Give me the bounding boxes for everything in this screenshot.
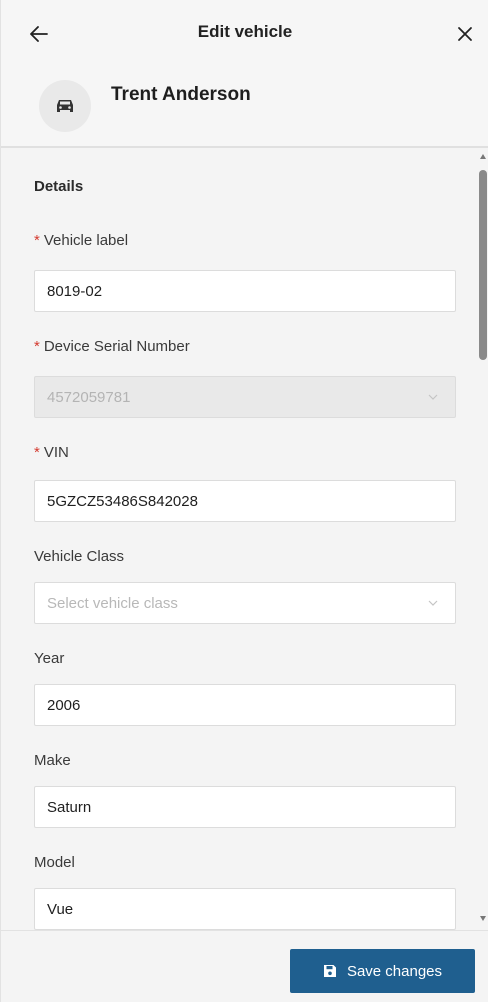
footer-bar: Save changes <box>1 930 488 1002</box>
save-changes-button[interactable]: Save changes <box>290 949 475 993</box>
save-changes-label: Save changes <box>346 962 443 980</box>
model-value: Vue <box>47 900 74 918</box>
year-label: Year <box>34 650 65 667</box>
owner-name: Trent Anderson <box>111 84 251 105</box>
scrollbar[interactable] <box>478 148 488 930</box>
vehicle-label-input[interactable]: 8019-02 <box>34 270 456 312</box>
vehicle-class-select[interactable]: Select vehicle class <box>34 582 456 624</box>
chevron-down-icon <box>428 600 438 606</box>
scrollbar-thumb[interactable] <box>479 170 487 360</box>
make-label: Make <box>34 752 71 769</box>
vin-text: VIN <box>43 444 69 461</box>
device-serial-select: 4572059781 <box>34 376 456 418</box>
vehicle-class-placeholder: Select vehicle class <box>47 594 178 612</box>
vehicle-label-text: Vehicle label <box>43 232 129 249</box>
vin-label: * VIN <box>34 444 69 461</box>
scroll-up-arrow-icon[interactable] <box>480 154 486 160</box>
chevron-down-icon <box>428 394 438 400</box>
make-value: Saturn <box>47 798 92 816</box>
make-input[interactable]: Saturn <box>34 786 456 828</box>
year-input[interactable]: 2006 <box>34 684 456 726</box>
model-input[interactable]: Vue <box>34 888 456 930</box>
floppy-disk-icon <box>323 964 337 978</box>
required-marker: * <box>34 444 40 461</box>
scroll-down-arrow-icon[interactable] <box>480 916 486 922</box>
device-serial-text: Device Serial Number <box>43 338 190 355</box>
vehicle-label-label: * Vehicle label <box>34 232 128 249</box>
required-marker: * <box>34 232 40 249</box>
section-title: Details <box>34 178 84 195</box>
vehicle-label-value: 8019-02 <box>47 282 103 300</box>
avatar <box>39 80 91 132</box>
vehicle-class-label: Vehicle Class <box>34 548 125 565</box>
owner-header: Trent Anderson <box>1 66 488 146</box>
close-icon <box>458 27 472 41</box>
car-icon <box>57 100 73 112</box>
vin-value: 5GZCZ53486S842028 <box>47 492 198 510</box>
page-title: Edit vehicle <box>197 22 293 41</box>
device-serial-label: * Device Serial Number <box>34 338 190 355</box>
year-value: 2006 <box>47 696 81 714</box>
edit-vehicle-panel: Edit vehicle Trent Anderson Details * Veh… <box>0 0 488 1002</box>
model-label: Model <box>34 854 75 871</box>
header-bar: Edit vehicle <box>1 0 488 66</box>
device-serial-value: 4572059781 <box>47 388 131 406</box>
vin-input[interactable]: 5GZCZ53486S842028 <box>34 480 456 522</box>
required-marker: * <box>34 338 40 355</box>
close-button[interactable] <box>449 18 481 50</box>
details-form: Details * Vehicle label 8019-02 * Device S… <box>1 148 479 930</box>
